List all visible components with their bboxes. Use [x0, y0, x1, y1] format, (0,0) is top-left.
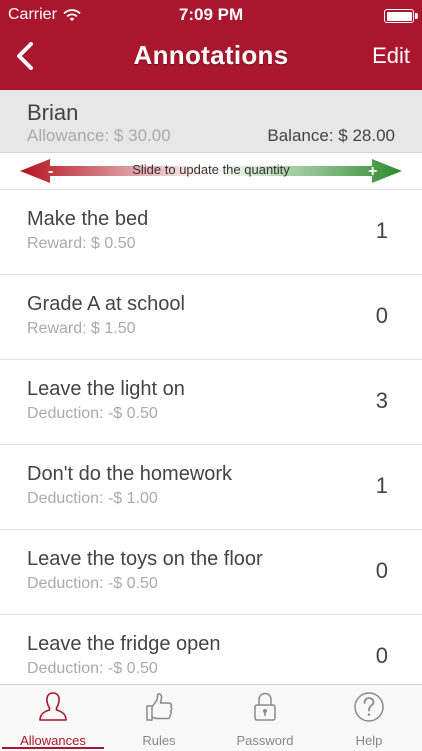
page-title: Annotations: [133, 40, 289, 70]
child-summary: Brian Allowance: $ 30.00 Balance: $ 28.0…: [0, 90, 422, 153]
tab-label: Password: [236, 733, 294, 748]
task-name: Grade A at school: [27, 293, 185, 315]
tab-label: Rules: [142, 733, 176, 748]
lock-icon: [254, 692, 276, 721]
tab-bar: Allowances Rules Password Help: [0, 684, 422, 751]
list-item[interactable]: Don't do the homework Deduction: -$ 1.00…: [0, 445, 422, 530]
task-quantity: 1: [375, 473, 388, 498]
navigation-bar: Annotations Edit: [0, 30, 422, 82]
active-tab-indicator: [2, 747, 104, 749]
task-quantity: 0: [375, 558, 388, 583]
task-amount: Deduction: -$ 0.50: [27, 575, 158, 592]
person-icon: [39, 692, 67, 721]
question-icon: [354, 692, 384, 722]
task-quantity: 0: [375, 303, 388, 328]
task-amount: Deduction: -$ 0.50: [27, 405, 158, 422]
task-name: Leave the light on: [27, 378, 185, 400]
tab-rules[interactable]: Rules: [106, 685, 212, 751]
status-time: 7:09 PM: [178, 5, 244, 24]
task-amount: Deduction: -$ 1.00: [27, 490, 158, 507]
list-item[interactable]: Grade A at school Reward: $ 1.50 0: [0, 275, 422, 360]
task-name: Make the bed: [27, 208, 149, 230]
thumbs-up-icon: [146, 693, 173, 721]
child-name: Brian: [27, 100, 79, 125]
list-item[interactable]: Leave the toys on the floor Deduction: -…: [0, 530, 422, 615]
edit-button[interactable]: Edit: [372, 43, 410, 69]
task-amount: Deduction: -$ 0.50: [27, 660, 158, 677]
annotation-list: Make the bed Reward: $ 0.50 1 Grade A at…: [0, 190, 422, 684]
list-item[interactable]: Make the bed Reward: $ 0.50 1: [0, 190, 422, 275]
tab-allowances[interactable]: Allowances: [0, 685, 106, 751]
task-name: Don't do the homework: [27, 463, 233, 485]
task-name: Leave the toys on the floor: [27, 548, 263, 570]
balance-amount: Balance: $ 28.00: [267, 126, 395, 145]
allowance-amount: Allowance: $ 30.00: [27, 126, 171, 145]
tab-label: Allowances: [20, 733, 86, 748]
task-quantity: 0: [375, 643, 388, 668]
status-bar: Carrier 7:09 PM: [0, 0, 422, 30]
tab-password[interactable]: Password: [212, 685, 318, 751]
tab-help[interactable]: Help: [316, 685, 422, 751]
task-amount: Reward: $ 1.50: [27, 320, 136, 337]
tab-label: Help: [355, 733, 383, 748]
slide-hint-text: Slide to update the quantity: [132, 162, 290, 177]
task-quantity: 3: [375, 388, 388, 413]
quantity-slider-hint: - + Slide to update the quantity: [0, 153, 422, 190]
task-name: Leave the fridge open: [27, 633, 221, 655]
task-quantity: 1: [375, 218, 388, 243]
list-item[interactable]: Leave the fridge open Deduction: -$ 0.50…: [0, 615, 422, 684]
battery-icon: [384, 9, 418, 23]
task-amount: Reward: $ 0.50: [27, 235, 136, 252]
top-bar: Carrier 7:09 PM Annotations Edit: [0, 0, 422, 90]
list-item[interactable]: Leave the light on Deduction: -$ 0.50 3: [0, 360, 422, 445]
